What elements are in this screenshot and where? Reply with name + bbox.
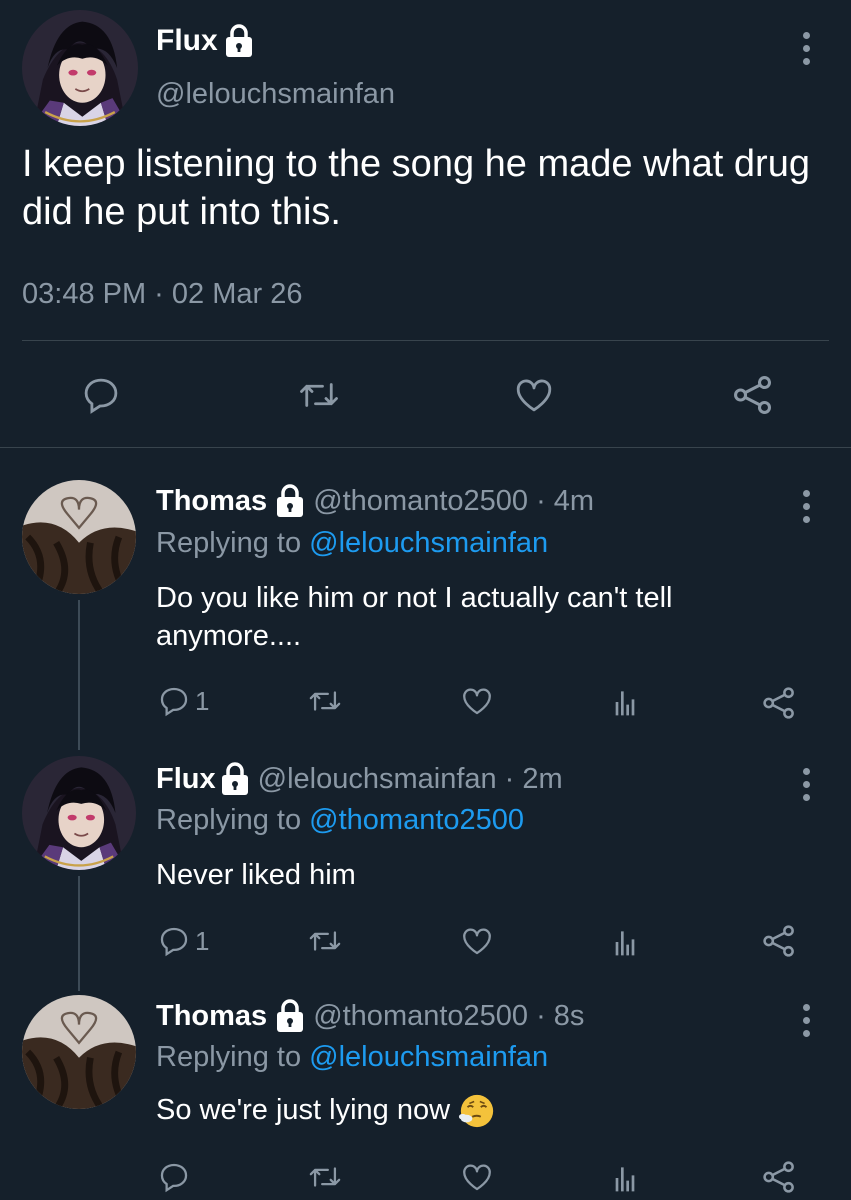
separator: ·: [536, 999, 546, 1032]
analytics-button[interactable]: [610, 686, 640, 718]
retweet-icon: [309, 691, 341, 711]
reply-time: 2m: [522, 762, 563, 795]
main-name-text: Flux: [156, 24, 218, 57]
reply-header: Thomas @thomanto2500 · 4m: [156, 484, 594, 518]
like-button[interactable]: [459, 684, 495, 718]
more-options-icon[interactable]: [799, 32, 813, 65]
reply-display-name[interactable]: Flux: [156, 763, 216, 796]
reply-handle[interactable]: @thomanto2500: [313, 485, 528, 518]
mention-link[interactable]: @thomanto2500: [309, 804, 524, 836]
reply-time: 4m: [553, 484, 595, 517]
reply-icon: [84, 378, 118, 414]
analytics-button[interactable]: [610, 926, 640, 958]
like-button[interactable]: [459, 1160, 495, 1194]
main-tweet-text: I keep listening to the song he made wha…: [22, 143, 810, 233]
reply-icon: [160, 927, 188, 957]
share-button[interactable]: [730, 372, 776, 418]
reply-display-name[interactable]: Thomas: [156, 1000, 267, 1033]
more-options-icon[interactable]: [799, 768, 813, 801]
like-button[interactable]: [459, 924, 495, 958]
main-display-name[interactable]: Flux: [156, 24, 254, 58]
like-icon: [463, 928, 491, 955]
share-button[interactable]: [760, 684, 798, 722]
analytics-icon: [615, 691, 635, 716]
main-handle[interactable]: @lelouchsmainfan: [156, 78, 395, 111]
retweet-button[interactable]: [306, 924, 344, 958]
reply-header: Flux @lelouchsmainfan · 2m: [156, 762, 563, 796]
more-options-icon[interactable]: [799, 490, 813, 523]
relieved-exhale-face-icon: [459, 1095, 494, 1128]
like-icon: [516, 379, 552, 412]
replying-prefix: Replying to: [156, 527, 302, 559]
reply-count: 1: [195, 685, 210, 716]
reply-button[interactable]: 1: [157, 684, 209, 718]
reply-button[interactable]: 1: [157, 924, 209, 958]
reply-header: Thomas @thomanto2500 · 8s: [156, 999, 584, 1033]
reply-button[interactable]: [157, 1160, 195, 1194]
share-icon: [734, 376, 772, 414]
main-timestamp: 03:48 PM · 02 Mar 26: [22, 278, 303, 310]
replying-prefix: Replying to: [156, 1041, 302, 1073]
retweet-button[interactable]: [306, 684, 344, 718]
reply-time: 8s: [553, 999, 585, 1032]
lock-icon: [277, 484, 304, 517]
share-icon: [763, 687, 794, 719]
analytics-icon: [615, 1167, 635, 1192]
retweet-icon: [309, 931, 341, 951]
share-button[interactable]: [760, 1158, 798, 1196]
avatar-thomas[interactable]: [22, 480, 136, 594]
like-icon: [463, 1164, 491, 1191]
mention-link[interactable]: @lelouchsmainfan: [309, 527, 548, 559]
reply-text-row: So we're just lying now: [156, 1091, 816, 1130]
replying-to: Replying to @lelouchsmainfan: [156, 527, 548, 560]
retweet-icon: [309, 1167, 341, 1187]
reply-icon: [160, 687, 188, 717]
divider: [0, 447, 851, 448]
thread-line: [78, 876, 80, 991]
reply-display-name[interactable]: Thomas: [156, 485, 267, 518]
replying-prefix: Replying to: [156, 804, 302, 836]
reply-icon: [160, 1163, 188, 1193]
reply-count: 1: [195, 925, 210, 956]
reply-text: Never liked him: [156, 859, 356, 891]
reply-text: Do you like him or not I actually can't …: [156, 582, 673, 652]
analytics-icon: [615, 931, 635, 956]
analytics-button[interactable]: [610, 1162, 640, 1194]
separator: ·: [504, 762, 515, 795]
reply-handle[interactable]: @thomanto2500: [313, 1000, 528, 1033]
like-icon: [463, 688, 491, 715]
mention-link[interactable]: @lelouchsmainfan: [309, 1041, 548, 1073]
share-icon: [763, 1161, 794, 1193]
avatar-flux-main[interactable]: [22, 10, 138, 126]
avatar-flux[interactable]: [22, 756, 136, 870]
thread-line: [78, 600, 80, 750]
share-button[interactable]: [760, 922, 798, 960]
retweet-button[interactable]: [306, 1160, 344, 1194]
reply-text: So we're just lying now: [156, 1094, 451, 1126]
replying-to: Replying to @lelouchsmainfan: [156, 1041, 548, 1074]
reply-button[interactable]: [80, 374, 122, 416]
retweet-button[interactable]: [296, 374, 342, 416]
lock-icon: [277, 999, 304, 1032]
replying-to: Replying to @thomanto2500: [156, 804, 524, 837]
reply-handle[interactable]: @lelouchsmainfan: [258, 763, 497, 796]
share-icon: [763, 925, 794, 957]
lock-icon: [221, 762, 248, 795]
separator: ·: [536, 484, 546, 517]
avatar-thomas[interactable]: [22, 995, 136, 1109]
retweet-icon: [300, 383, 338, 407]
more-options-icon[interactable]: [799, 1004, 813, 1037]
divider: [22, 340, 829, 341]
like-button[interactable]: [512, 374, 556, 416]
lock-icon: [225, 24, 252, 57]
